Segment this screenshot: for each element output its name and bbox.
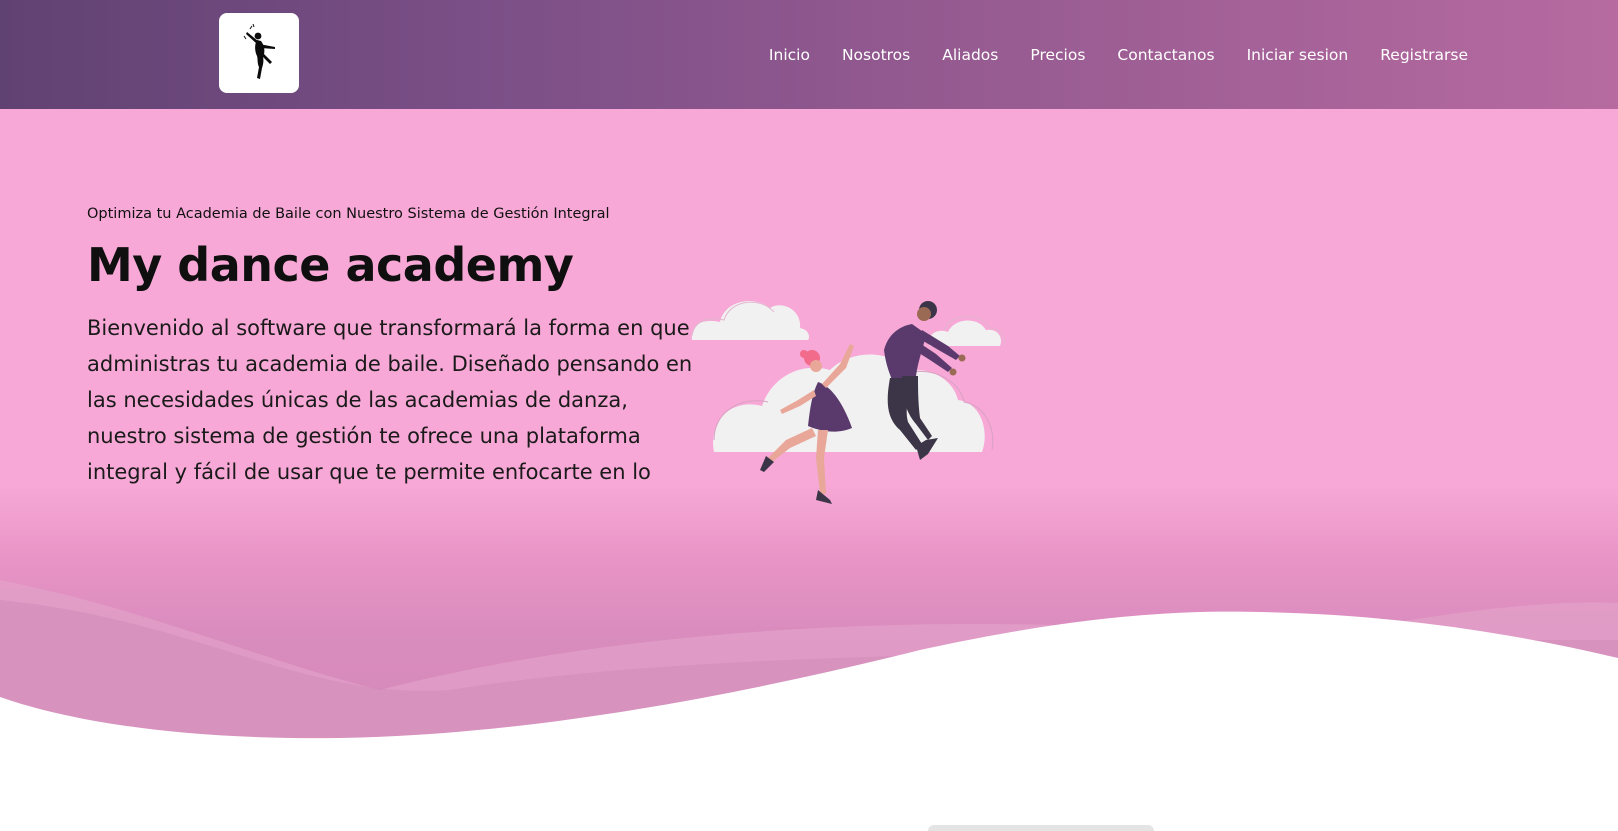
- nav-nosotros[interactable]: Nosotros: [842, 46, 910, 64]
- main-nav: Inicio Nosotros Aliados Precios Contacta…: [737, 0, 1468, 109]
- nav-iniciar-sesion[interactable]: Iniciar sesion: [1247, 46, 1349, 64]
- nav-precios[interactable]: Precios: [1030, 46, 1085, 64]
- next-section-hint: [928, 825, 1154, 831]
- site-header: Inicio Nosotros Aliados Precios Contacta…: [0, 0, 1618, 109]
- nav-inicio[interactable]: Inicio: [769, 46, 810, 64]
- nav-contactanos[interactable]: Contactanos: [1117, 46, 1214, 64]
- landing-page: Inicio Nosotros Aliados Precios Contacta…: [0, 0, 1618, 831]
- cloud-top-left: [691, 300, 810, 340]
- cloud-main: [713, 354, 994, 452]
- dancer-silhouette-icon: [243, 23, 275, 79]
- hero-content: Optimiza tu Academia de Baile con Nuestr…: [87, 206, 697, 490]
- nav-registrarse[interactable]: Registrarse: [1380, 46, 1468, 64]
- hero-title: My dance academy: [87, 238, 574, 292]
- nav-aliados[interactable]: Aliados: [942, 46, 998, 64]
- dancing-couple-illustration: [691, 300, 1005, 504]
- logo[interactable]: [219, 13, 299, 93]
- hero-subtitle: Optimiza tu Academia de Baile con Nuestr…: [87, 206, 610, 222]
- hero-description: Bienvenido al software que transformará …: [87, 316, 693, 484]
